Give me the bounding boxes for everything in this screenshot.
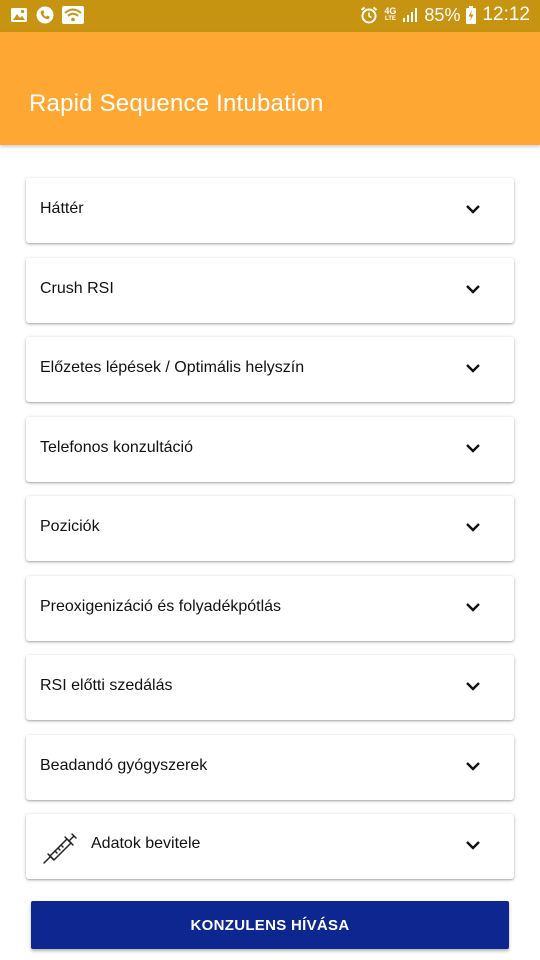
section-label: Beadandó gyógyszerek bbox=[40, 757, 208, 774]
section-crush-rsi[interactable]: Crush RSI bbox=[26, 258, 514, 323]
section-label: Háttér bbox=[40, 200, 84, 217]
battery-charging-icon bbox=[466, 6, 477, 24]
chevron-down-icon bbox=[466, 364, 480, 373]
clock: 12:12 bbox=[482, 4, 530, 25]
chevron-down-icon bbox=[466, 762, 480, 771]
section-elozetes-lepesek[interactable]: Előzetes lépések / Optimális helyszín bbox=[26, 337, 514, 402]
chevron-down-icon bbox=[466, 523, 480, 532]
syringe-icon bbox=[43, 833, 77, 864]
chevron-down-icon bbox=[466, 841, 480, 850]
section-label: Crush RSI bbox=[40, 280, 114, 297]
network-type: 4G LTE bbox=[384, 7, 396, 23]
phone-icon bbox=[36, 6, 54, 24]
page-title: Rapid Sequence Intubation bbox=[29, 90, 324, 117]
chevron-down-icon bbox=[466, 603, 480, 612]
chevron-down-icon bbox=[466, 444, 480, 453]
signal-icon bbox=[403, 8, 418, 22]
network-sub-label: LTE bbox=[384, 16, 396, 22]
chevron-down-icon bbox=[466, 682, 480, 691]
section-beadando-gyogyszerek[interactable]: Beadandó gyógyszerek bbox=[26, 735, 514, 800]
section-adatok-bevitele[interactable]: Adatok bevitele bbox=[26, 814, 514, 879]
section-preoxigenizacio[interactable]: Preoxigenizáció és folyadékpótlás bbox=[26, 576, 514, 641]
section-label: Telefonos konzultáció bbox=[40, 439, 193, 456]
status-icons-right: 4G LTE 85% 12:12 bbox=[360, 4, 530, 26]
wifi-icon bbox=[62, 6, 84, 24]
section-label: RSI előtti szedálás bbox=[40, 677, 173, 694]
app-bar: Rapid Sequence Intubation bbox=[0, 32, 540, 145]
network-label: 4G bbox=[384, 6, 397, 16]
image-icon bbox=[11, 8, 27, 22]
call-consultant-button[interactable]: KONZULENS HÍVÁSA bbox=[31, 901, 509, 949]
section-label: Preoxigenizáció és folyadékpótlás bbox=[40, 598, 282, 615]
battery-percent: 85% bbox=[424, 4, 461, 25]
section-label: Előzetes lépések / Optimális helyszín bbox=[40, 359, 305, 376]
status-bar: 4G LTE 85% 12:12 bbox=[0, 0, 540, 32]
section-poziciok[interactable]: Poziciók bbox=[26, 496, 514, 561]
section-hatter[interactable]: Háttér bbox=[26, 178, 514, 243]
section-telefonos-konzultacio[interactable]: Telefonos konzultáció bbox=[26, 417, 514, 482]
section-label: Poziciók bbox=[40, 518, 100, 535]
chevron-down-icon bbox=[466, 205, 480, 214]
chevron-down-icon bbox=[466, 285, 480, 294]
status-icons-left bbox=[10, 6, 84, 24]
alarm-icon bbox=[361, 6, 378, 24]
section-rsi-elotti-szedalas[interactable]: RSI előtti szedálás bbox=[26, 655, 514, 720]
section-label: Adatok bevitele bbox=[91, 835, 201, 852]
